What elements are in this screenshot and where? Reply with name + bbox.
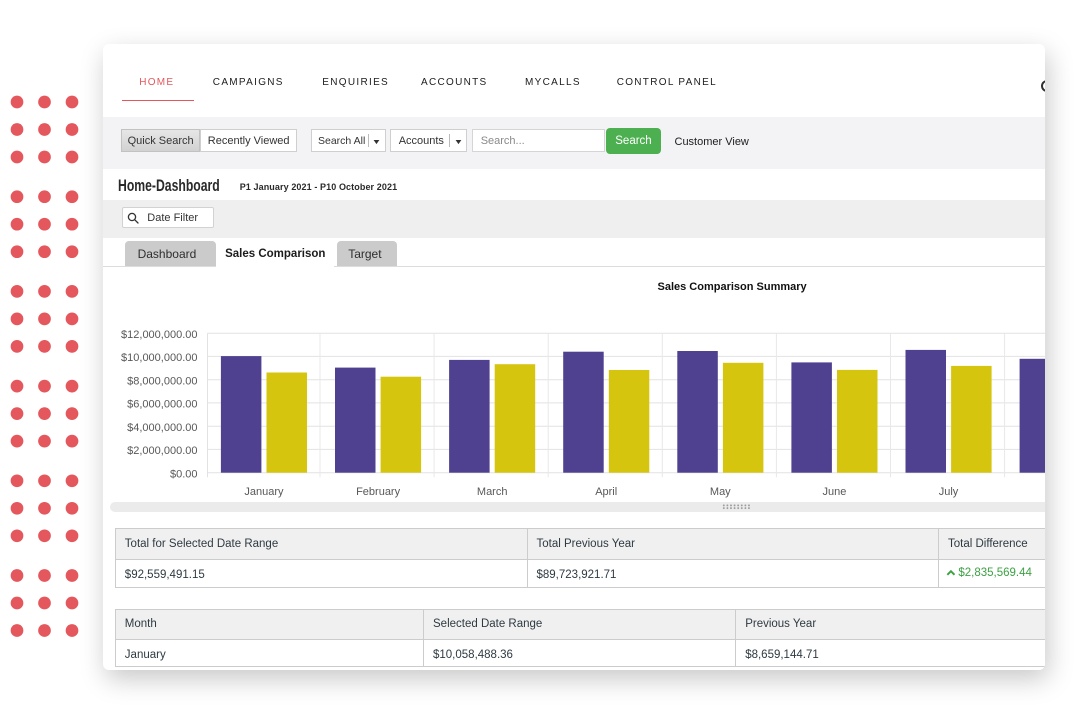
svg-text:June: June (822, 486, 846, 498)
svg-text:$4,000,000.00: $4,000,000.00 (127, 422, 197, 434)
svg-text:March: March (476, 486, 507, 498)
svg-text:April: April (595, 486, 617, 498)
svg-text:$12,000,000.00: $12,000,000.00 (121, 329, 197, 341)
svg-text:January: January (244, 486, 284, 498)
svg-text:$2,000,000.00: $2,000,000.00 (127, 445, 197, 457)
svg-text:$0.00: $0.00 (169, 469, 197, 481)
svg-text:May: May (709, 486, 730, 498)
svg-text:July: July (938, 486, 958, 498)
svg-text:$10,000,000.00: $10,000,000.00 (121, 352, 197, 364)
svg-text:$6,000,000.00: $6,000,000.00 (127, 399, 197, 411)
svg-text:February: February (356, 486, 401, 498)
svg-text:$8,000,000.00: $8,000,000.00 (127, 376, 197, 388)
